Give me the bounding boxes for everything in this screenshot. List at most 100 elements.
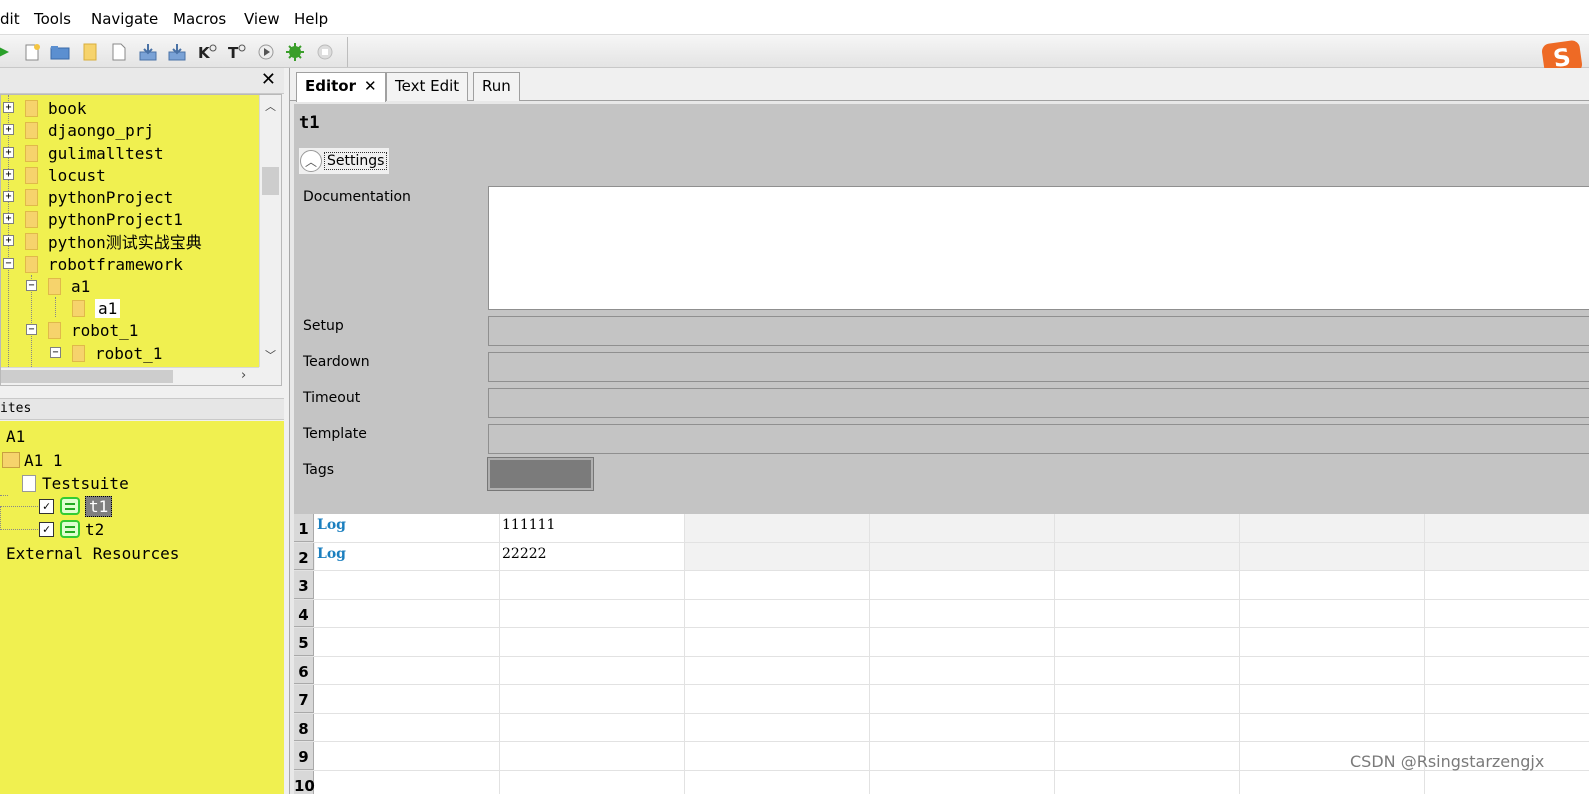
grid-cell[interactable] (870, 713, 1055, 741)
row-number[interactable]: 9 (294, 742, 314, 770)
grid-cell[interactable] (1055, 628, 1240, 656)
grid-cell[interactable] (685, 514, 870, 542)
grid-cell[interactable] (315, 742, 500, 770)
grid-cell[interactable] (685, 685, 870, 713)
expand-icon[interactable]: + (3, 169, 14, 180)
grid-cell[interactable] (315, 656, 500, 684)
row-number[interactable]: 8 (294, 713, 314, 741)
grid-cell[interactable] (1055, 599, 1240, 627)
grid-cell[interactable]: Log (315, 542, 500, 570)
grid-cell[interactable] (1425, 771, 1589, 794)
expand-icon[interactable]: + (3, 124, 14, 135)
grid-cell[interactable] (500, 656, 685, 684)
scroll-down-icon[interactable]: ﹀ (265, 347, 276, 363)
menu-navigate[interactable]: Navigate (91, 10, 158, 28)
teardown-field[interactable] (488, 352, 1589, 382)
collapse-icon[interactable]: − (3, 258, 14, 269)
grid-cell[interactable] (315, 599, 500, 627)
grid-cell[interactable] (870, 542, 1055, 570)
grid-cell[interactable] (1425, 543, 1589, 571)
scrollbar-thumb[interactable] (262, 167, 279, 195)
grid-cell[interactable] (685, 713, 870, 741)
grid-cell[interactable] (1240, 628, 1425, 656)
save-all-icon[interactable] (167, 42, 187, 62)
grid-cell[interactable] (500, 685, 685, 713)
template-field[interactable] (488, 424, 1589, 454)
tree-item[interactable]: + python测试实战宝典 (1, 230, 202, 252)
grid-cell[interactable] (1240, 713, 1425, 741)
grid-cell[interactable] (1425, 657, 1589, 685)
row-number[interactable]: 4 (294, 599, 314, 627)
grid-cell[interactable] (1425, 514, 1589, 542)
timeout-field[interactable] (488, 388, 1589, 418)
grid-cell[interactable] (1055, 542, 1240, 570)
grid-cell[interactable] (685, 599, 870, 627)
tree-item[interactable]: − robot_1 (1, 342, 162, 364)
grid-cell[interactable] (315, 628, 500, 656)
grid-cell[interactable] (1425, 685, 1589, 713)
tree-item[interactable]: + djaongo_prj (1, 119, 154, 141)
grid-cell[interactable] (1055, 685, 1240, 713)
test-case-checkbox[interactable]: ✓ (39, 498, 54, 514)
open-directory-icon[interactable] (80, 42, 100, 62)
scroll-right-icon[interactable]: › (241, 368, 246, 383)
scroll-up-icon[interactable]: ︿ (265, 98, 276, 114)
row-number[interactable]: 5 (294, 628, 314, 656)
grid-cell[interactable] (1240, 571, 1425, 599)
row-number[interactable]: 3 (294, 571, 314, 599)
settings-toggle[interactable]: ︿ Settings (299, 148, 390, 174)
new-file-icon[interactable] (109, 42, 129, 62)
tree-item[interactable]: − robot_1 (1, 319, 138, 341)
row-number[interactable]: 6 (294, 656, 314, 684)
row-number[interactable]: 2 (294, 542, 314, 570)
tree-item[interactable]: + pythonProject (1, 186, 173, 208)
grid-cell[interactable] (870, 571, 1055, 599)
tab-run[interactable]: Run (473, 72, 520, 101)
grid-cell[interactable] (500, 599, 685, 627)
grid-cell[interactable] (1055, 742, 1240, 770)
tab-editor[interactable]: Editor ✕ (296, 72, 386, 102)
grid-cell[interactable] (315, 713, 500, 741)
suite-item[interactable]: External Resources (0, 542, 179, 564)
debug-icon[interactable] (285, 42, 305, 62)
save-icon[interactable] (138, 42, 158, 62)
tree-item[interactable]: + pythonProject1 (1, 208, 183, 230)
grid-cell[interactable] (1425, 628, 1589, 656)
menu-tools[interactable]: Tools (34, 10, 71, 28)
grid-cell[interactable] (1425, 714, 1589, 742)
suite-item[interactable]: Testsuite (0, 472, 129, 494)
grid-cell[interactable] (685, 742, 870, 770)
grid-cell[interactable] (870, 514, 1055, 542)
menu-edit[interactable]: dit (0, 10, 20, 28)
tree-item[interactable]: − robotframework (1, 253, 183, 275)
grid-cell[interactable] (685, 628, 870, 656)
grid-cell[interactable] (315, 571, 500, 599)
grid-cell[interactable] (870, 599, 1055, 627)
test-case-checkbox[interactable]: ✓ (39, 521, 54, 537)
menu-help[interactable]: Help (294, 10, 328, 28)
grid-cell[interactable]: 111111 (500, 514, 685, 542)
grid-cell[interactable] (1055, 656, 1240, 684)
grid-cell[interactable] (1055, 713, 1240, 741)
grid-cell[interactable] (500, 571, 685, 599)
setup-field[interactable] (488, 316, 1589, 346)
grid-cell[interactable] (685, 770, 870, 794)
expand-icon[interactable]: + (3, 191, 14, 202)
tree-item[interactable]: a1 (1, 297, 121, 319)
grid-cell[interactable] (1425, 600, 1589, 628)
grid-cell[interactable] (500, 628, 685, 656)
tree-vertical-scrollbar[interactable]: ︿ ﹀ (259, 95, 281, 367)
row-number[interactable]: 7 (294, 685, 314, 713)
grid-cell[interactable] (870, 685, 1055, 713)
tree-item[interactable]: + locust (1, 164, 106, 186)
grid-cell[interactable] (1240, 599, 1425, 627)
new-project-icon[interactable] (22, 42, 42, 62)
grid-cell[interactable] (500, 742, 685, 770)
grid-cell[interactable] (1055, 514, 1240, 542)
grid-cell[interactable] (315, 770, 500, 794)
grid-cell[interactable] (1055, 571, 1240, 599)
grid-cell[interactable] (870, 742, 1055, 770)
collapse-icon[interactable]: − (26, 324, 37, 335)
chevron-up-icon[interactable]: ︿ (300, 150, 322, 172)
grid-cell[interactable] (1055, 770, 1240, 794)
